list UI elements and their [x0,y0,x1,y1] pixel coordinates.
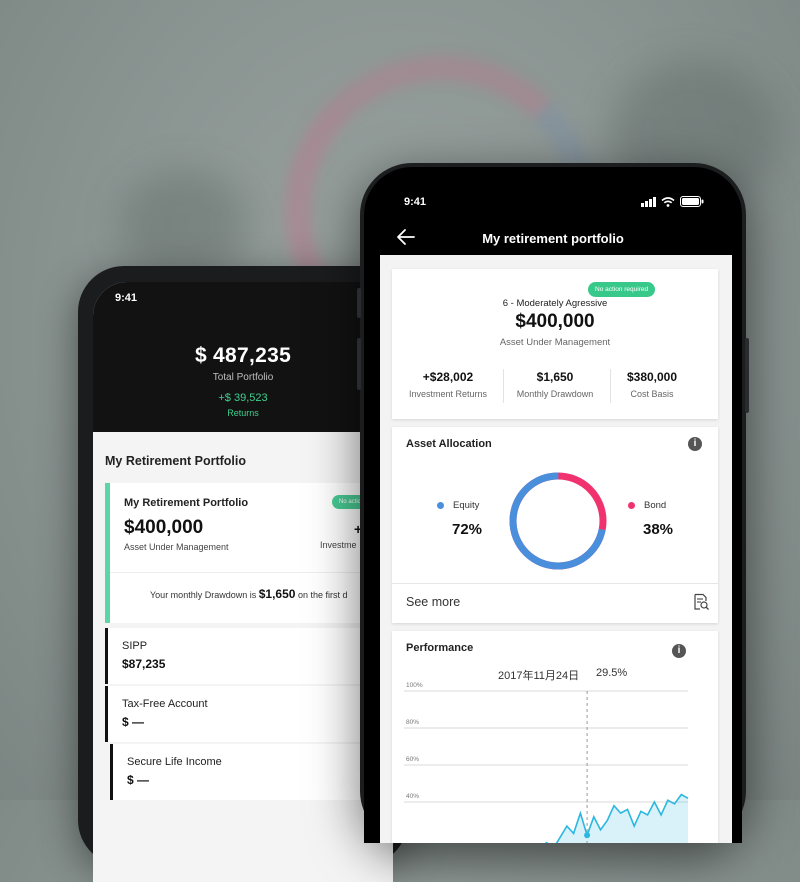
stat-cost-basis: $380,000 Cost Basis [598,370,706,399]
status-icons [641,196,704,207]
background-blur [120,170,250,280]
status-bar: 9:41 [364,167,742,227]
content-area: No action required 6 - Moderately Agress… [380,255,732,843]
portfolio-summary-card: No action required 6 - Moderately Agress… [392,269,718,419]
allocation-donut-chart [509,472,607,570]
legend-label: Bond [644,500,667,511]
battery-icon [680,196,704,207]
drawdown-prefix: Your monthly Drawdown is [150,590,257,600]
returns-value: +$ 39,523 [218,392,268,404]
front-phone-screen: 9:41 My retirement portfolio No action r… [364,167,742,843]
stat-investment-returns: +$28,002 Investment Returns [394,370,502,399]
side-button [357,338,361,390]
bond-percent: 38% [643,521,674,538]
total-portfolio-label: Total Portfolio [212,372,274,383]
account-value: $ — [127,773,150,787]
stat-label: Investment Returns [408,389,488,399]
side-button [745,338,749,413]
stat-value: $380,000 [626,370,678,384]
returns-label: Returns [227,408,259,418]
card-title: Asset Allocation [406,438,492,450]
stat-label: Monthly Drawdown [516,389,594,399]
selected-value: 29.5% [596,667,628,679]
wifi-icon [661,196,675,207]
divider [110,572,393,573]
y-tick-label: 60% [406,756,419,763]
section-title: My Retirement Portfolio [105,454,246,468]
divider [392,583,718,584]
retirement-portfolio-card[interactable]: My Retirement Portfolio No action $400,0… [105,483,393,623]
aum-value: $400,000 [124,517,204,538]
status-time: 9:41 [115,292,138,304]
account-value: $ — [122,715,145,729]
portfolio-header: 9:41 $ 487,235 Total Portfolio +$ 39,523… [93,282,393,432]
donut-segment-equity [509,472,607,570]
legend-bond: Bond [628,500,666,511]
asset-allocation-card: Asset Allocation i Equity 72% Bond 38% S… [392,427,718,623]
back-phone-screen: 9:41 $ 487,235 Total Portfolio +$ 39,523… [93,282,393,882]
card-title: Performance [406,642,474,654]
aum-value: $400,000 [515,311,595,332]
performance-chart[interactable]: 100% 80% 60% 40% [392,681,718,843]
signal-icon [641,196,656,207]
performance-card: Performance i 2017年11月24日 29.5% 100% 80% 6… [392,631,718,843]
stat-label: Cost Basis [630,389,674,399]
info-icon[interactable]: i [672,644,686,658]
y-tick-label: 80% [406,719,419,726]
stat-label: Investme [320,540,357,550]
aum-label: Asset Under Management [124,542,229,552]
nav-bar: My retirement portfolio [364,225,742,253]
y-tick-label: 100% [406,682,423,689]
legend-label: Equity [453,500,480,511]
legend-equity: Equity [437,500,479,511]
account-value: $87,235 [122,657,166,671]
info-icon[interactable]: i [688,437,702,451]
account-row-secure-life[interactable]: Secure Life Income $ — [110,744,393,800]
page-title: My retirement portfolio [482,231,624,246]
status-time: 9:41 [404,196,427,208]
legend-dot-equity [437,501,444,509]
account-row-tax-free[interactable]: Tax-Free Account $ — [105,686,393,742]
account-name: SIPP [122,640,148,652]
drawdown-value: $1,650 [258,587,296,601]
account-name: Tax-Free Account [122,698,208,710]
card-title: My Retirement Portfolio [124,497,249,509]
aum-label: Asset Under Management [499,337,611,348]
drawdown-text: Your monthly Drawdown is $1,650 on the f… [150,587,347,601]
stat-value: +$28,002 [422,370,474,384]
equity-percent: 72% [452,521,483,538]
account-name: Secure Life Income [127,756,222,768]
y-tick-label: 40% [406,793,419,800]
see-more-link[interactable]: See more [406,595,460,609]
document-search-icon[interactable] [692,593,710,611]
total-portfolio-value: $ 487,235 [194,344,292,367]
marker-point [584,832,591,839]
front-phone: 9:41 My retirement portfolio No action r… [357,163,749,843]
drawdown-suffix: on the first d [297,590,348,600]
legend-dot-bond [628,501,635,509]
stat-value: $1,650 [536,370,574,384]
side-button [357,288,361,318]
risk-profile: 6 - Moderately Agressive [502,298,608,309]
account-row-sipp[interactable]: SIPP $87,235 [105,628,393,684]
stat-monthly-drawdown: $1,650 Monthly Drawdown [501,370,609,399]
status-badge: No action required [588,282,656,297]
